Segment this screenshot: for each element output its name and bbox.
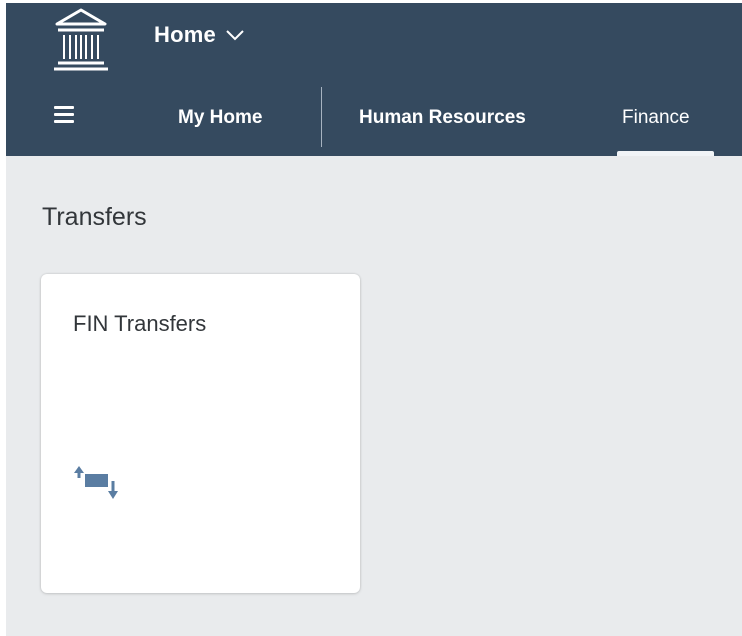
launchpad: Home My Home Human Resources Finance Tra… — [6, 3, 742, 636]
transfer-icon — [74, 466, 118, 499]
fin-transfers-tile[interactable]: FIN Transfers — [41, 274, 360, 593]
bank-building-icon[interactable] — [50, 7, 112, 71]
shell-bar: Home My Home Human Resources Finance — [6, 3, 742, 156]
tab-divider — [321, 87, 322, 147]
home-title-menu[interactable]: Home — [154, 20, 245, 50]
tile-title: FIN Transfers — [73, 311, 207, 336]
tab-finance[interactable]: Finance — [622, 101, 690, 135]
selected-tab-indicator — [617, 151, 714, 156]
tab-human-resources[interactable]: Human Resources — [359, 101, 526, 135]
tab-my-home[interactable]: My Home — [178, 101, 262, 135]
hamburger-menu-icon[interactable] — [54, 106, 74, 124]
page-title: Home — [154, 22, 216, 47]
section-title: Transfers — [42, 203, 147, 231]
chevron-down-icon — [226, 30, 244, 41]
